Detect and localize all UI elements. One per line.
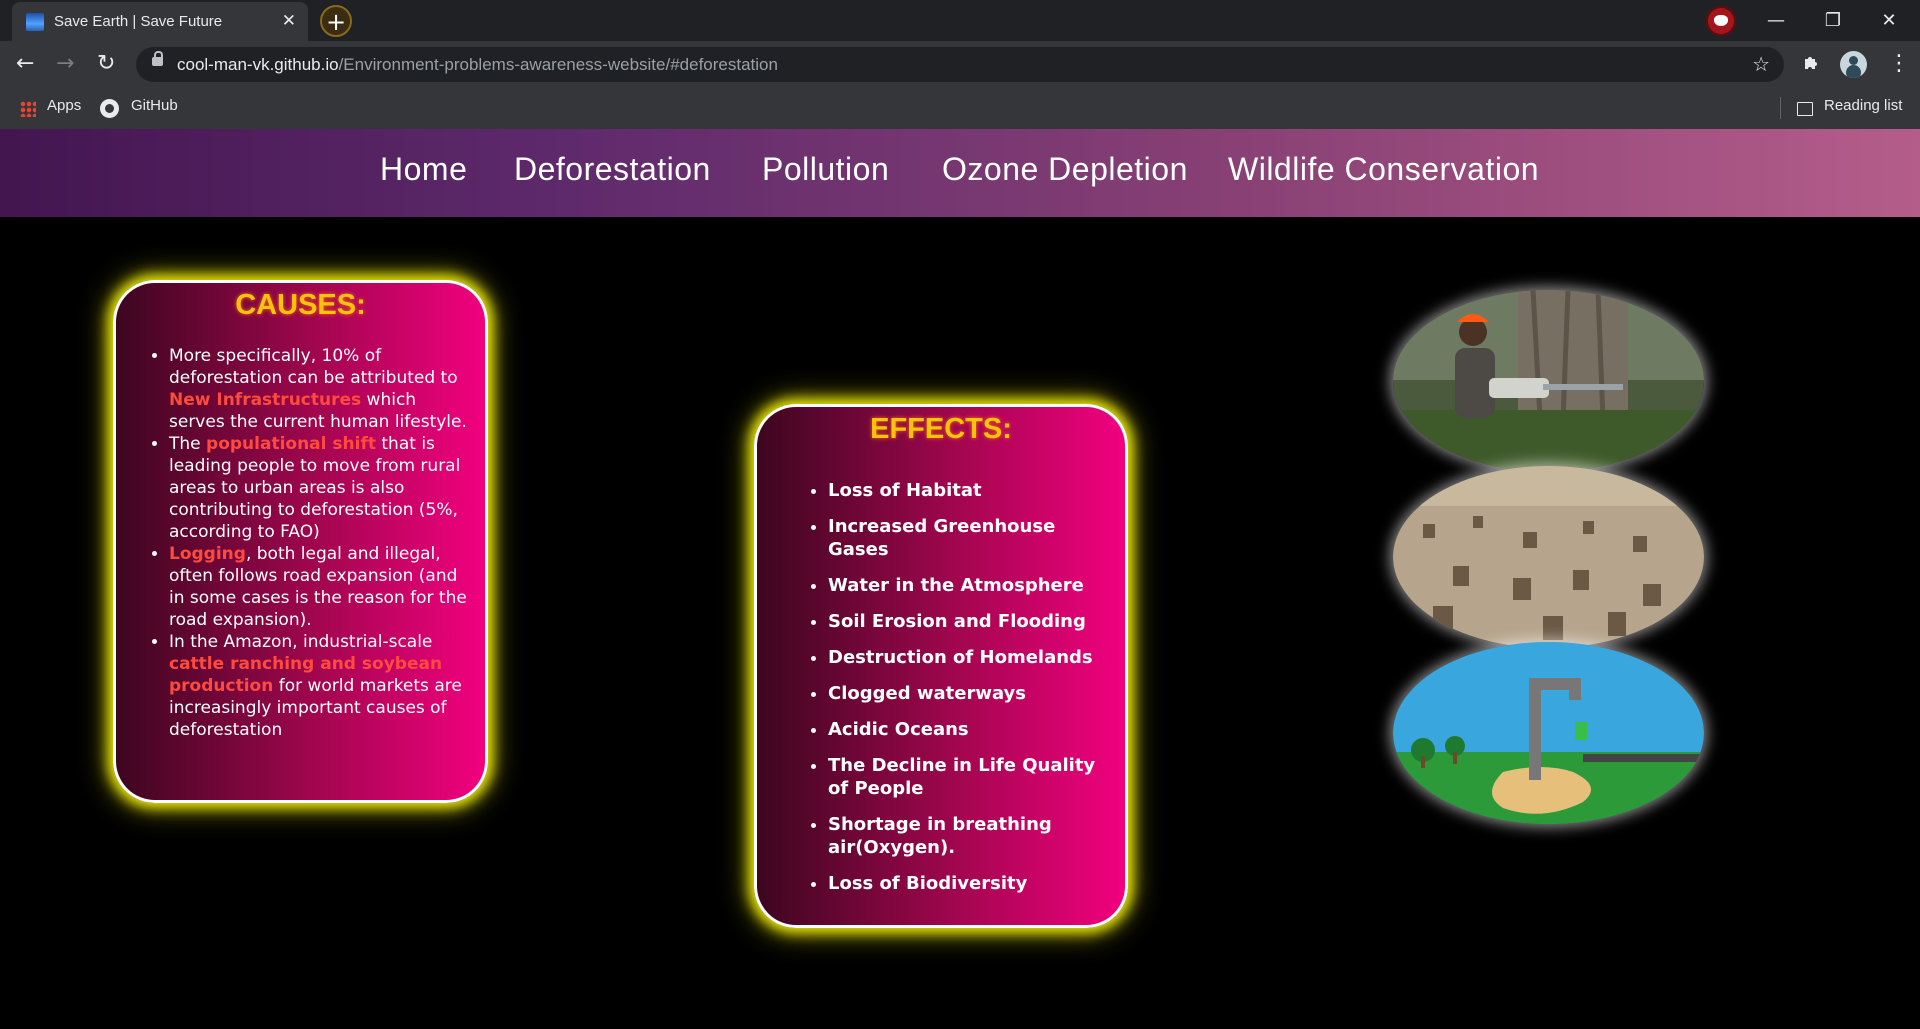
- reading-list-button[interactable]: Reading list: [1824, 97, 1902, 114]
- causes-list: More specifically, 10% of deforestation …: [156, 345, 469, 741]
- close-tab-icon[interactable]: ✕: [282, 11, 296, 31]
- list-item: Loss of Biodiversity: [828, 872, 1108, 895]
- effects-title: EFFECTS:: [870, 413, 1012, 445]
- restore-button[interactable]: ❐: [1810, 6, 1856, 36]
- nav-pollution[interactable]: Pollution: [762, 151, 889, 188]
- forward-icon[interactable]: →: [56, 51, 74, 76]
- extensions-puzzle-icon[interactable]: [1802, 54, 1820, 72]
- github-icon[interactable]: [100, 99, 119, 118]
- effects-card: EFFECTS: Loss of Habitat Increased Green…: [754, 404, 1128, 928]
- nav-deforestation[interactable]: Deforestation: [514, 151, 711, 188]
- site-favicon-icon: [26, 13, 44, 31]
- tree-stumps-image: [1393, 466, 1704, 648]
- bookmark-github[interactable]: GitHub: [131, 97, 178, 114]
- back-icon[interactable]: ←: [16, 51, 34, 76]
- new-tab-button[interactable]: +: [320, 5, 352, 37]
- divider: [1780, 97, 1781, 119]
- address-bar[interactable]: cool-man-vk.github.io/Environment-proble…: [136, 47, 1784, 82]
- nav-ozone-depletion[interactable]: Ozone Depletion: [942, 151, 1188, 188]
- nav-home[interactable]: Home: [380, 151, 467, 188]
- minimize-button[interactable]: —: [1753, 6, 1799, 36]
- browser-tab[interactable]: Save Earth | Save Future ✕: [12, 2, 308, 41]
- reading-list-icon[interactable]: [1797, 102, 1813, 116]
- list-item: The populational shift that is leading p…: [169, 433, 469, 543]
- list-item: In the Amazon, industrial-scale cattle r…: [169, 631, 469, 741]
- effects-list: Loss of Habitat Increased Greenhouse Gas…: [815, 479, 1108, 908]
- bookmark-apps[interactable]: Apps: [47, 97, 81, 114]
- list-item: Shortage in breathing air(Oxygen).: [828, 813, 1108, 859]
- reload-icon[interactable]: ↻: [97, 51, 115, 76]
- list-item: The Decline in Life Quality of People: [828, 754, 1108, 800]
- extension-icon[interactable]: [1706, 6, 1736, 36]
- url-text[interactable]: cool-man-vk.github.io/Environment-proble…: [177, 55, 778, 75]
- list-item: Increased Greenhouse Gases: [828, 515, 1108, 561]
- logger-chainsaw-image: [1393, 290, 1704, 472]
- browser-menu-icon[interactable]: ⋮: [1888, 51, 1910, 76]
- browser-toolbar: ← → ↻ cool-man-vk.github.io/Environment-…: [0, 41, 1920, 88]
- lock-icon[interactable]: [152, 51, 163, 66]
- bookmarks-bar: Apps GitHub Reading list: [0, 88, 1920, 130]
- dry-tap-illustration: [1393, 642, 1704, 824]
- bookmark-star-icon[interactable]: ☆: [1752, 52, 1770, 76]
- list-item: Loss of Habitat: [828, 479, 1108, 502]
- profile-avatar[interactable]: [1840, 51, 1867, 78]
- nav-wildlife-conservation[interactable]: Wildlife Conservation: [1228, 151, 1539, 188]
- tab-title: Save Earth | Save Future: [54, 13, 223, 30]
- list-item: Soil Erosion and Flooding: [828, 610, 1108, 633]
- causes-card: CAUSES: More specifically, 10% of defore…: [113, 280, 488, 803]
- list-item: Destruction of Homelands: [828, 646, 1108, 669]
- list-item: Acidic Oceans: [828, 718, 1108, 741]
- site-nav: Home Deforestation Pollution Ozone Deple…: [0, 129, 1920, 217]
- list-item: Clogged waterways: [828, 682, 1108, 705]
- tab-bar: Save Earth | Save Future ✕ + — ❐ ✕: [0, 0, 1920, 41]
- list-item: More specifically, 10% of deforestation …: [169, 345, 469, 433]
- apps-grid-icon[interactable]: [20, 101, 36, 117]
- close-window-button[interactable]: ✕: [1866, 6, 1912, 36]
- list-item: Water in the Atmosphere: [828, 574, 1108, 597]
- list-item: Logging, both legal and illegal, often f…: [169, 543, 469, 631]
- causes-title: CAUSES:: [235, 289, 366, 321]
